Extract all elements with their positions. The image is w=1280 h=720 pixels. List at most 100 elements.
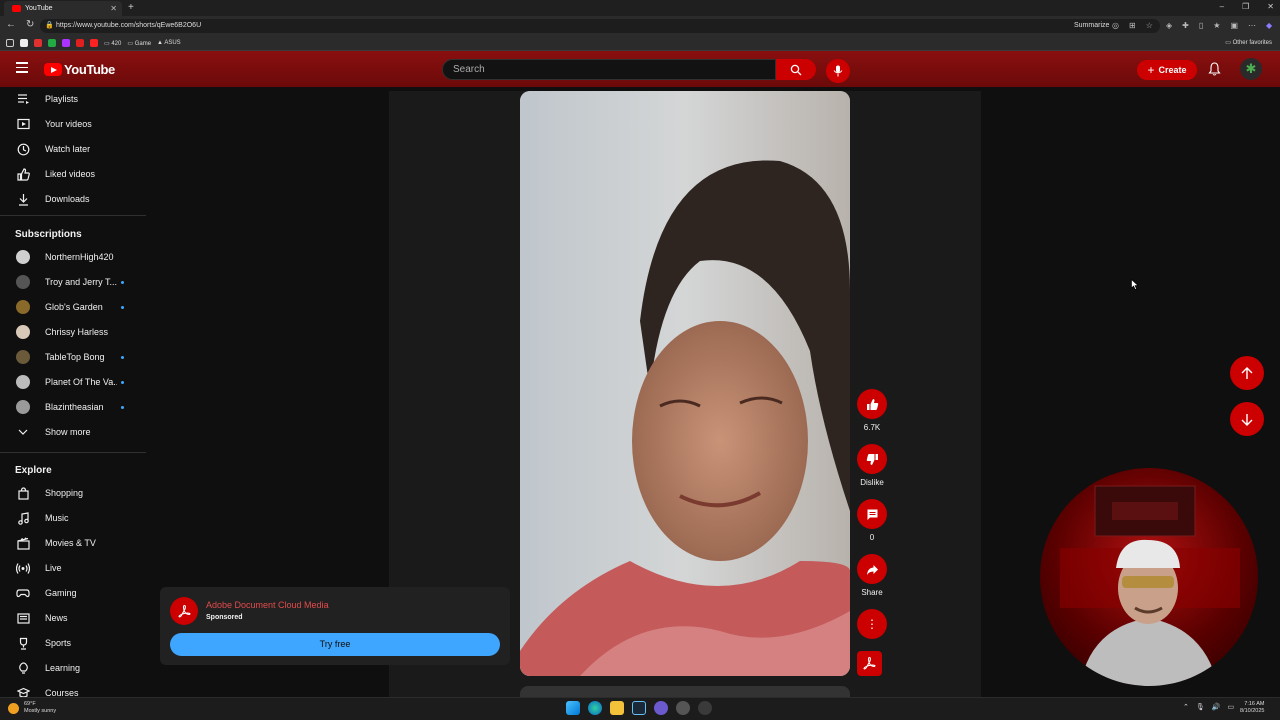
microphone-icon[interactable]: 🎙 [1196, 701, 1205, 715]
share-button[interactable] [857, 554, 887, 584]
folder-icon[interactable] [6, 39, 14, 47]
sidebar-item-movies-tv[interactable]: Movies & TV [0, 531, 146, 555]
address-actions: ◎ ⊞ ☆ [1112, 19, 1153, 33]
notifications-bell-icon[interactable] [1208, 62, 1221, 81]
settings-gear-icon[interactable] [676, 701, 690, 715]
network-icon[interactable]: ▭ [1227, 701, 1234, 715]
system-clock[interactable]: 7:16 AM 8/10/2025 [1240, 701, 1264, 715]
sidebar-item-downloads[interactable]: Downloads [0, 187, 146, 211]
bookmark-site-icon[interactable] [90, 39, 98, 47]
comments-button[interactable] [857, 499, 887, 529]
newspaper-icon [16, 611, 30, 625]
bookmark-site-icon[interactable] [48, 39, 56, 47]
subscription-item[interactable]: Chrissy Harless [0, 320, 146, 344]
close-tab-icon[interactable]: ✕ [110, 4, 117, 13]
shorts-video[interactable] [520, 91, 850, 676]
try-free-button[interactable]: Try free [170, 633, 500, 656]
edge-browser-icon[interactable] [588, 701, 602, 715]
ad-title[interactable]: Adobe Document Cloud Media [206, 600, 329, 610]
search-input[interactable]: Search [442, 59, 776, 80]
arrow-down-icon [1241, 413, 1253, 426]
extension-icon[interactable]: ◈ [1166, 19, 1172, 33]
app-install-icon[interactable]: ⊞ [1129, 19, 1136, 33]
more-actions-button[interactable]: ⋮ [857, 609, 887, 639]
weather-widget[interactable]: 69°F Mostly sunny [8, 701, 56, 715]
url-field[interactable]: 🔒 https://www.youtube.com/shorts/qEwe6B2… [40, 19, 1160, 33]
previous-short-button[interactable] [1230, 356, 1264, 390]
more-icon[interactable]: ⋯ [1248, 19, 1256, 33]
copilot-icon[interactable]: ◆ [1266, 19, 1272, 33]
read-aloud-icon[interactable]: ◎ [1112, 19, 1119, 33]
bookmark-site-icon[interactable] [34, 39, 42, 47]
sidebar-item-news[interactable]: News [0, 606, 146, 630]
windows-start-icon[interactable] [566, 701, 580, 715]
gamepad-icon [16, 586, 30, 600]
sidebar-item-music[interactable]: Music [0, 506, 146, 530]
youtube-logo[interactable]: YouTube [44, 62, 115, 77]
adobe-acrobat-icon[interactable] [857, 651, 882, 676]
sidebar-item-courses[interactable]: Courses [0, 681, 146, 697]
like-button[interactable] [857, 389, 887, 419]
voice-search-button[interactable] [826, 59, 850, 83]
summarize-button[interactable]: Summarize [1074, 19, 1109, 33]
file-explorer-icon[interactable] [610, 701, 624, 715]
subscription-item[interactable]: Troy and Jerry T... [0, 270, 146, 294]
back-icon[interactable]: ← [6, 19, 16, 30]
favorites-icon[interactable]: ★ [1213, 19, 1220, 33]
sidebar-item-playlists[interactable]: Playlists [0, 87, 146, 111]
bookmarks-bar: ▭ 420 ▭ Game ▲ ASUS ▭ Other favorites [0, 36, 1280, 51]
collections-icon[interactable]: ▣ [1230, 19, 1238, 33]
subscription-item[interactable]: TableTop Bong [0, 345, 146, 369]
maximize-icon[interactable]: ❐ [1242, 2, 1249, 11]
chevron-up-icon[interactable]: ⌃ [1183, 701, 1189, 715]
subscription-item[interactable]: NorthernHigh420 [0, 245, 146, 269]
browser-tab[interactable]: YouTube ✕ [4, 1, 122, 16]
next-short-preview[interactable] [520, 686, 850, 697]
search-button[interactable] [776, 59, 816, 80]
mouse-cursor-icon [1131, 277, 1139, 295]
account-avatar[interactable]: ✱ [1240, 58, 1262, 80]
sidebar-item-shopping[interactable]: Shopping [0, 481, 146, 505]
bookmark-folder-game[interactable]: ▭ Game [127, 40, 151, 47]
new-content-dot [121, 380, 124, 384]
speaker-icon[interactable]: 🔊 [1212, 701, 1221, 715]
steam-icon[interactable] [632, 701, 646, 715]
app-icon[interactable] [654, 701, 668, 715]
bookmark-site-icon[interactable] [20, 39, 28, 47]
app-icon[interactable] [698, 701, 712, 715]
bookmark-site-icon[interactable] [76, 39, 84, 47]
sidebar-item-sports[interactable]: Sports [0, 631, 146, 655]
more-vertical-icon: ⋮ [866, 617, 878, 631]
clock-icon [16, 142, 30, 156]
new-tab-button[interactable]: + [128, 2, 134, 13]
menu-icon[interactable] [16, 62, 28, 73]
subscription-item[interactable]: Blazintheasian [0, 395, 146, 419]
favorite-star-icon[interactable]: ☆ [1146, 19, 1153, 33]
video-frame [520, 91, 850, 676]
minimize-icon[interactable]: – [1220, 2, 1224, 11]
comment-icon [867, 509, 877, 520]
sidebar-item-live[interactable]: Live [0, 556, 146, 580]
sidebar-item-gaming[interactable]: Gaming [0, 581, 146, 605]
next-short-button[interactable] [1230, 402, 1264, 436]
bookmark-site-icon[interactable] [62, 39, 70, 47]
split-screen-icon[interactable]: ▯ [1199, 19, 1203, 33]
other-favorites[interactable]: ▭ Other favorites [1225, 39, 1272, 46]
puzzle-icon[interactable]: ✚ [1182, 19, 1189, 33]
bookmark-asus[interactable]: ▲ ASUS [157, 40, 181, 46]
sidebar-item-learning[interactable]: Learning [0, 656, 146, 680]
create-button[interactable]: + Create [1137, 60, 1197, 80]
subscription-item[interactable]: Glob's Garden [0, 295, 146, 319]
bookmark-folder-420[interactable]: ▭ 420 [104, 40, 121, 47]
channel-avatar-image [16, 400, 30, 414]
show-more-button[interactable]: Show more [0, 420, 146, 444]
sponsored-ad-card[interactable]: Adobe Document Cloud Media Sponsored Try… [160, 587, 510, 665]
reload-icon[interactable]: ↻ [26, 19, 34, 30]
search-icon [790, 64, 802, 75]
sidebar-item-liked-videos[interactable]: Liked videos [0, 162, 146, 186]
sidebar-item-your-videos[interactable]: Your videos [0, 112, 146, 136]
dislike-button[interactable] [857, 444, 887, 474]
close-window-icon[interactable]: ✕ [1267, 2, 1274, 11]
sidebar-item-watch-later[interactable]: Watch later [0, 137, 146, 161]
subscription-item[interactable]: Planet Of The Va... [0, 370, 146, 394]
